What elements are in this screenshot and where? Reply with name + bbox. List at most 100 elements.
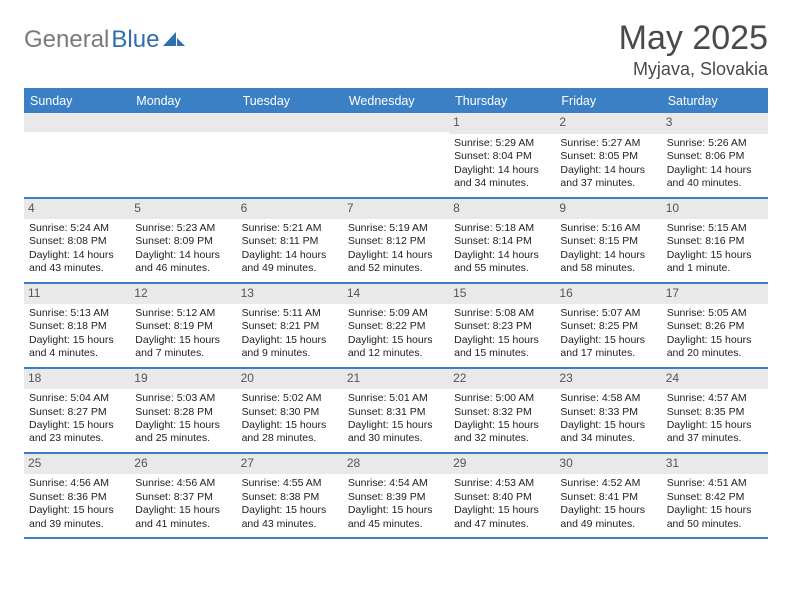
day-of-week-cell: Thursday: [449, 90, 555, 113]
day-line: Sunrise: 5:29 AM: [454, 137, 550, 150]
day-line: Sunset: 8:30 PM: [242, 406, 338, 419]
day-line: Sunset: 8:26 PM: [667, 320, 763, 333]
day-line: Sunset: 8:22 PM: [348, 320, 444, 333]
day-line: Sunrise: 4:56 AM: [135, 477, 231, 490]
day-number: 11: [24, 284, 130, 304]
day-body: Sunrise: 4:57 AMSunset: 8:35 PMDaylight:…: [664, 392, 766, 446]
day-number: 21: [343, 369, 449, 389]
day-line: Sunrise: 4:57 AM: [667, 392, 763, 405]
title-block: May 2025 Myjava, Slovakia: [619, 20, 768, 80]
day-number: 8: [449, 199, 555, 219]
day-number: 9: [555, 199, 661, 219]
day-cell: 15Sunrise: 5:08 AMSunset: 8:23 PMDayligh…: [449, 284, 555, 367]
calendar: SundayMondayTuesdayWednesdayThursdayFrid…: [24, 88, 768, 539]
day-number: 5: [130, 199, 236, 219]
day-cell: 17Sunrise: 5:05 AMSunset: 8:26 PMDayligh…: [662, 284, 768, 367]
page-title: May 2025: [619, 20, 768, 57]
day-body: Sunrise: 4:54 AMSunset: 8:39 PMDaylight:…: [345, 477, 447, 531]
day-cell: 23Sunrise: 4:58 AMSunset: 8:33 PMDayligh…: [555, 369, 661, 452]
day-line: Daylight: 15 hours and 32 minutes.: [454, 419, 550, 446]
day-number: [237, 113, 343, 132]
day-number: 27: [237, 454, 343, 474]
day-line: Daylight: 15 hours and 20 minutes.: [667, 334, 763, 361]
day-of-week-header: SundayMondayTuesdayWednesdayThursdayFrid…: [24, 90, 768, 113]
day-line: Sunset: 8:21 PM: [242, 320, 338, 333]
day-number: 25: [24, 454, 130, 474]
day-line: Daylight: 14 hours and 46 minutes.: [135, 249, 231, 276]
day-body: Sunrise: 5:18 AMSunset: 8:14 PMDaylight:…: [451, 222, 553, 276]
day-line: Sunrise: 5:24 AM: [29, 222, 125, 235]
week-row: 11 Sunrise: 5:13 AMSunset: 8:18 PMDayligh…: [24, 284, 768, 369]
day-cell: 29Sunrise: 4:53 AMSunset: 8:40 PMDayligh…: [449, 454, 555, 537]
day-number: 24: [662, 369, 768, 389]
calendar-body: 1Sunrise: 5:29 AMSunset: 8:04 PMDaylight…: [24, 113, 768, 539]
day-number: 13: [237, 284, 343, 304]
day-line: Daylight: 15 hours and 1 minute.: [667, 249, 763, 276]
day-line: Sunrise: 5:03 AM: [135, 392, 231, 405]
day-number: 22: [449, 369, 555, 389]
day-line: Sunset: 8:19 PM: [135, 320, 231, 333]
day-cell: 20Sunrise: 5:02 AMSunset: 8:30 PMDayligh…: [237, 369, 343, 452]
day-number: 20: [237, 369, 343, 389]
day-line: Sunset: 8:18 PM: [29, 320, 125, 333]
day-line: Sunrise: 5:09 AM: [348, 307, 444, 320]
day-number: 19: [130, 369, 236, 389]
day-number: 28: [343, 454, 449, 474]
day-body: Sunrise: 5:13 AMSunset: 8:18 PMDaylight:…: [26, 307, 128, 361]
header-bar: GeneralBlue May 2025 Myjava, Slovakia: [24, 20, 768, 80]
day-line: Sunset: 8:14 PM: [454, 235, 550, 248]
day-line: Sunrise: 4:51 AM: [667, 477, 763, 490]
day-line: Daylight: 14 hours and 37 minutes.: [560, 164, 656, 191]
day-line: Daylight: 15 hours and 25 minutes.: [135, 419, 231, 446]
day-cell: 1Sunrise: 5:29 AMSunset: 8:04 PMDaylight…: [449, 113, 555, 196]
day-line: Daylight: 15 hours and 49 minutes.: [560, 504, 656, 531]
day-cell: 31Sunrise: 4:51 AMSunset: 8:42 PMDayligh…: [662, 454, 768, 537]
day-body: Sunrise: 5:15 AMSunset: 8:16 PMDaylight:…: [664, 222, 766, 276]
day-line: Daylight: 14 hours and 43 minutes.: [29, 249, 125, 276]
day-number: 16: [555, 284, 661, 304]
day-number: 2: [555, 113, 661, 133]
day-line: Sunset: 8:39 PM: [348, 491, 444, 504]
day-line: Sunrise: 5:27 AM: [560, 137, 656, 150]
day-line: Daylight: 15 hours and 7 minutes.: [135, 334, 231, 361]
day-line: Sunset: 8:23 PM: [454, 320, 550, 333]
day-number: 4: [24, 199, 130, 219]
day-cell: [130, 113, 236, 196]
day-line: Sunrise: 5:07 AM: [560, 307, 656, 320]
day-cell: 6 Sunrise: 5:21 AMSunset: 8:11 PMDaylight…: [237, 199, 343, 282]
day-line: Sunset: 8:05 PM: [560, 150, 656, 163]
day-number: [343, 113, 449, 132]
day-line: Daylight: 15 hours and 34 minutes.: [560, 419, 656, 446]
day-body: Sunrise: 5:21 AMSunset: 8:11 PMDaylight:…: [239, 222, 341, 276]
day-body: Sunrise: 5:16 AMSunset: 8:15 PMDaylight:…: [557, 222, 659, 276]
logo-text-part1: General: [24, 26, 109, 54]
day-cell: 3Sunrise: 5:26 AMSunset: 8:06 PMDaylight…: [662, 113, 768, 196]
day-body: Sunrise: 5:12 AMSunset: 8:19 PMDaylight:…: [132, 307, 234, 361]
day-number: 6: [237, 199, 343, 219]
day-body: Sunrise: 4:56 AMSunset: 8:37 PMDaylight:…: [132, 477, 234, 531]
day-body: Sunrise: 5:26 AMSunset: 8:06 PMDaylight:…: [664, 137, 766, 191]
day-line: Daylight: 14 hours and 52 minutes.: [348, 249, 444, 276]
day-line: Sunrise: 5:02 AM: [242, 392, 338, 405]
day-cell: 12Sunrise: 5:12 AMSunset: 8:19 PMDayligh…: [130, 284, 236, 367]
week-row: 25Sunrise: 4:56 AMSunset: 8:36 PMDayligh…: [24, 454, 768, 539]
day-line: Sunset: 8:28 PM: [135, 406, 231, 419]
day-line: Sunset: 8:08 PM: [29, 235, 125, 248]
day-number: 31: [662, 454, 768, 474]
day-cell: 10Sunrise: 5:15 AMSunset: 8:16 PMDayligh…: [662, 199, 768, 282]
day-cell: 25Sunrise: 4:56 AMSunset: 8:36 PMDayligh…: [24, 454, 130, 537]
day-cell: 9 Sunrise: 5:16 AMSunset: 8:15 PMDaylight…: [555, 199, 661, 282]
day-of-week-cell: Monday: [130, 90, 236, 113]
day-body: Sunrise: 5:04 AMSunset: 8:27 PMDaylight:…: [26, 392, 128, 446]
day-line: Sunset: 8:15 PM: [560, 235, 656, 248]
day-line: Sunset: 8:04 PM: [454, 150, 550, 163]
brand-logo: GeneralBlue: [24, 20, 185, 54]
day-body: Sunrise: 4:58 AMSunset: 8:33 PMDaylight:…: [557, 392, 659, 446]
logo-text-part2: Blue: [111, 26, 159, 54]
day-line: Sunrise: 5:26 AM: [667, 137, 763, 150]
day-line: Sunrise: 5:01 AM: [348, 392, 444, 405]
day-number: 15: [449, 284, 555, 304]
logo-sail-icon: [163, 29, 185, 47]
day-line: Daylight: 15 hours and 47 minutes.: [454, 504, 550, 531]
day-number: 17: [662, 284, 768, 304]
